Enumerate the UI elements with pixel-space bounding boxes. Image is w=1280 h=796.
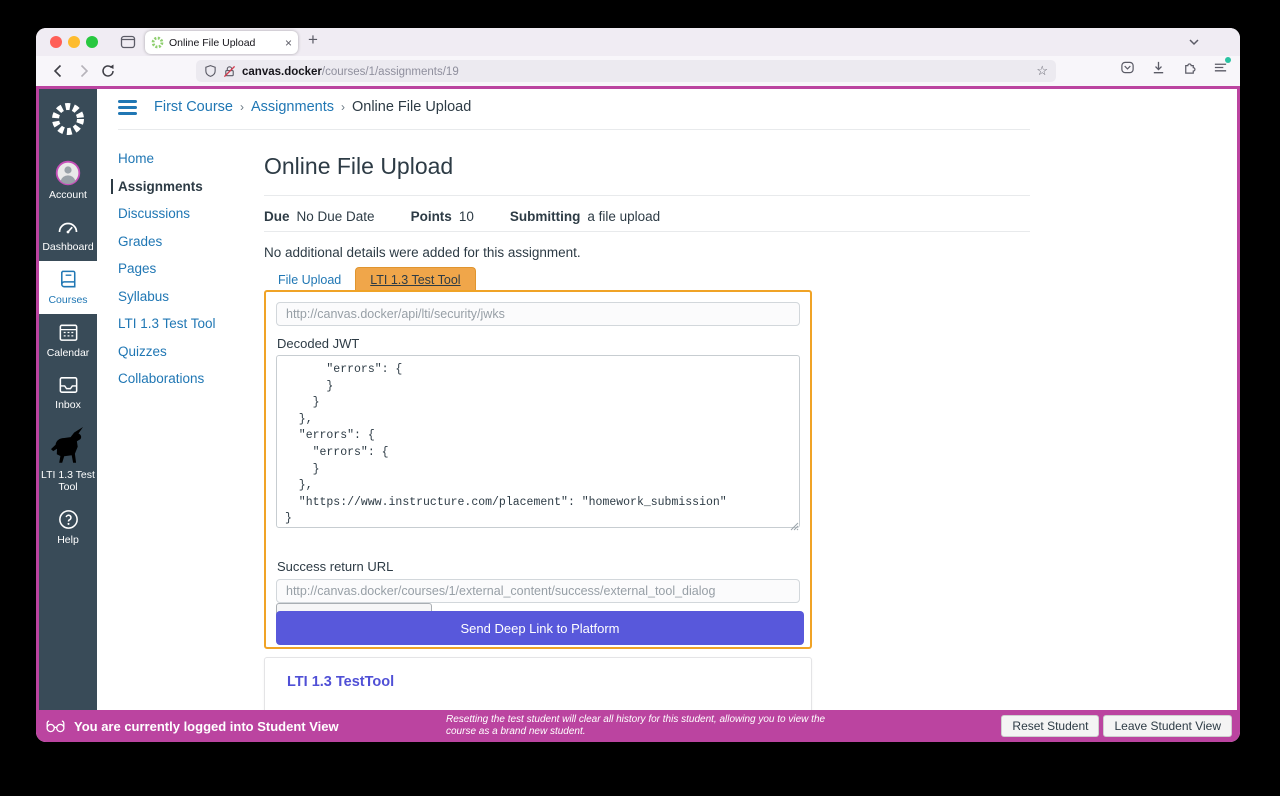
sidebar-item-lti-test-tool[interactable]: LTI 1.3 Test Tool xyxy=(39,419,97,501)
book-icon xyxy=(57,268,80,291)
course-nav-lti-test-tool[interactable]: LTI 1.3 Test Tool xyxy=(118,316,253,331)
breadcrumb-assignments[interactable]: Assignments xyxy=(251,99,334,115)
course-nav-discussions[interactable]: Discussions xyxy=(118,206,253,221)
course-menu-hamburger-icon[interactable] xyxy=(118,100,137,115)
url-bar: canvas.docker/courses/1/assignments/19 ☆ xyxy=(36,56,1240,86)
due-label: Due xyxy=(264,209,290,224)
canvas-logo-icon[interactable] xyxy=(49,100,87,143)
sidebar-item-inbox[interactable]: Inbox xyxy=(39,367,97,419)
divider xyxy=(264,195,1030,196)
browser-window: Online File Upload × + canvas.docker/cou… xyxy=(36,28,1240,742)
lock-crossed-icon[interactable] xyxy=(223,65,236,78)
firefox-view-icon[interactable] xyxy=(120,34,136,55)
breadcrumb-divider xyxy=(118,129,1030,130)
reset-student-button[interactable]: Reset Student xyxy=(1001,715,1099,737)
decoded-jwt-label: Decoded JWT xyxy=(277,336,359,351)
course-nav-pages[interactable]: Pages xyxy=(118,261,253,276)
pocket-icon[interactable] xyxy=(1120,60,1135,80)
global-nav: Account Dashboard Courses xyxy=(39,89,97,710)
submitting-label: Submitting xyxy=(510,209,581,224)
course-nav-assignments[interactable]: Assignments xyxy=(111,179,253,194)
browser-tab[interactable]: Online File Upload × xyxy=(145,31,298,54)
due-value: No Due Date xyxy=(297,209,375,224)
canvas-page: Account Dashboard Courses xyxy=(36,86,1240,710)
main-content: First Course › Assignments › Online File… xyxy=(97,89,1237,710)
decoded-jwt-textarea[interactable]: "errors": { } } }, "errors": { "errors":… xyxy=(276,355,800,528)
avatar-icon xyxy=(55,160,81,186)
page-title: Online File Upload xyxy=(264,153,453,180)
url-host: canvas.docker xyxy=(242,66,322,78)
jwks-url-input[interactable] xyxy=(276,302,800,326)
shield-icon[interactable] xyxy=(204,64,217,78)
assignment-meta: Due No Due Date Points 10 Submitting a f… xyxy=(264,209,660,224)
course-nav-grades[interactable]: Grades xyxy=(118,234,253,249)
sidebar-item-courses[interactable]: Courses xyxy=(39,261,97,314)
refresh-icon[interactable] xyxy=(100,63,116,84)
zoom-window-button[interactable] xyxy=(86,36,98,48)
course-nav-syllabus[interactable]: Syllabus xyxy=(118,289,253,304)
bookmark-star-icon[interactable]: ☆ xyxy=(1036,63,1048,79)
resize-handle-icon[interactable] xyxy=(790,518,799,536)
success-return-label: Success return URL xyxy=(277,559,393,574)
minimize-window-button[interactable] xyxy=(68,36,80,48)
tab-overflow-chevron-icon[interactable] xyxy=(1188,35,1200,53)
success-return-url-input[interactable] xyxy=(276,579,800,603)
breadcrumb: First Course › Assignments › Online File… xyxy=(118,99,471,115)
course-nav: Home Assignments Discussions Grades Page… xyxy=(118,151,253,399)
url-path: /courses/1/assignments/19 xyxy=(322,66,459,78)
student-view-status: You are currently logged into Student Vi… xyxy=(74,719,339,734)
lti-tool-card: LTI 1.3 TestTool xyxy=(264,657,812,710)
breadcrumb-separator: › xyxy=(341,100,345,114)
menu-notification-dot xyxy=(1225,57,1231,63)
inbox-icon xyxy=(57,374,80,396)
help-icon xyxy=(57,508,80,531)
submitting-value: a file upload xyxy=(587,209,660,224)
details-note: No additional details were added for thi… xyxy=(264,245,581,260)
sidebar-item-account[interactable]: Account xyxy=(39,153,97,209)
sidebar-item-help[interactable]: Help xyxy=(39,501,97,554)
new-tab-button[interactable]: + xyxy=(308,30,318,50)
breadcrumb-separator: › xyxy=(240,100,244,114)
tab-title: Online File Upload xyxy=(169,37,280,49)
glasses-icon xyxy=(46,720,65,733)
sidebar-item-calendar[interactable]: Calendar xyxy=(39,314,97,367)
close-window-button[interactable] xyxy=(50,36,62,48)
student-view-message: Resetting the test student will clear al… xyxy=(446,714,846,738)
send-deep-link-button[interactable]: Send Deep Link to Platform xyxy=(276,611,804,645)
sidebar-item-dashboard[interactable]: Dashboard xyxy=(39,209,97,261)
breadcrumb-first-course[interactable]: First Course xyxy=(154,99,233,115)
course-nav-collaborations[interactable]: Collaborations xyxy=(118,371,253,386)
tab-favicon-icon xyxy=(151,36,164,49)
url-field[interactable]: canvas.docker/courses/1/assignments/19 ☆ xyxy=(196,60,1056,82)
extensions-icon[interactable] xyxy=(1182,60,1197,80)
tool-card-title: LTI 1.3 TestTool xyxy=(287,674,394,690)
course-nav-home[interactable]: Home xyxy=(118,151,253,166)
forward-icon[interactable] xyxy=(76,63,92,84)
calendar-icon xyxy=(57,321,80,344)
lti-tool-frame: Decoded JWT "errors": { } } }, "errors":… xyxy=(264,290,812,649)
points-value: 10 xyxy=(459,209,474,224)
back-icon[interactable] xyxy=(50,63,66,84)
tab-close-icon[interactable]: × xyxy=(285,36,292,50)
points-label: Points xyxy=(411,209,452,224)
download-icon[interactable] xyxy=(1151,60,1166,80)
gauge-icon xyxy=(56,216,80,238)
titlebar: Online File Upload × + xyxy=(36,28,1240,56)
leave-student-view-button[interactable]: Leave Student View xyxy=(1103,715,1232,737)
unicorn-icon xyxy=(49,426,87,466)
breadcrumb-current: Online File Upload xyxy=(352,99,471,115)
student-view-bar: You are currently logged into Student Vi… xyxy=(36,710,1240,742)
divider xyxy=(264,231,1030,232)
app-menu-icon[interactable] xyxy=(1213,60,1228,80)
course-nav-quizzes[interactable]: Quizzes xyxy=(118,344,253,359)
